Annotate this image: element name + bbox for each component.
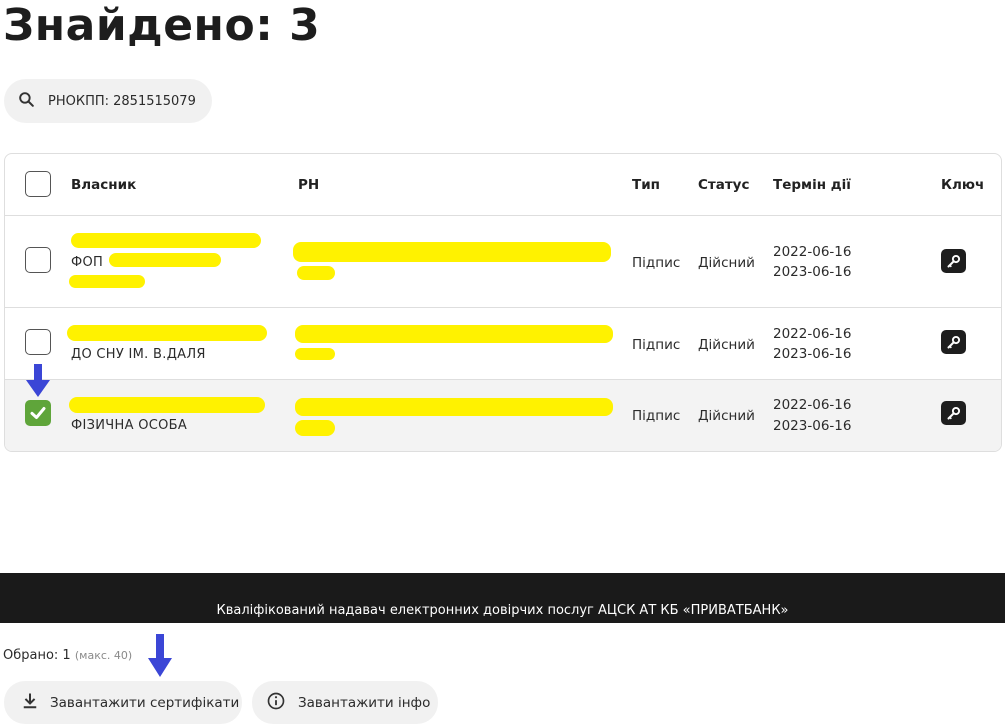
valid-from: 2022-06-16 <box>773 397 852 413</box>
key-icon[interactable] <box>941 249 966 273</box>
table-row[interactable]: ФОП Підпис Дійсний 2022-06-16 2023-06-16 <box>5 216 1001 308</box>
column-header-rn[interactable]: РН <box>298 177 319 193</box>
table-header-row: Власник РН Тип Статус Термін дії Ключ <box>5 154 1001 216</box>
redaction-highlight <box>69 397 265 413</box>
redaction-highlight <box>293 242 611 262</box>
owner-name: ДО СНУ ІМ. В.ДАЛЯ <box>71 347 206 362</box>
cert-type: Підпис <box>632 408 681 424</box>
row-checkbox[interactable] <box>25 247 51 273</box>
download-certificates-button[interactable]: Завантажити сертифікати <box>4 681 242 724</box>
valid-to: 2023-06-16 <box>773 346 852 362</box>
redaction-highlight <box>69 275 145 288</box>
key-icon[interactable] <box>941 401 966 425</box>
footer-bar: Кваліфікований надавач електронних довір… <box>0 573 1005 623</box>
search-icon <box>17 90 36 113</box>
cert-type: Підпис <box>632 337 681 353</box>
column-header-term[interactable]: Термін дії <box>773 177 851 193</box>
cert-status: Дійсний <box>698 337 755 353</box>
selected-count: Обрано: 1 (макс. 40) <box>3 648 132 663</box>
table-row[interactable]: ДО СНУ ІМ. В.ДАЛЯ Підпис Дійсний 2022-06… <box>5 308 1001 380</box>
key-icon[interactable] <box>941 330 966 354</box>
column-header-key: Ключ <box>941 177 985 193</box>
redaction-highlight <box>109 253 221 267</box>
certificates-table: Власник РН Тип Статус Термін дії Ключ ФО… <box>4 153 1002 452</box>
redaction-highlight <box>71 233 261 248</box>
valid-to: 2023-06-16 <box>773 418 852 434</box>
redaction-highlight <box>297 266 335 280</box>
column-header-status[interactable]: Статус <box>698 177 749 193</box>
table-row-selected[interactable]: ФІЗИЧНА ОСОБА Підпис Дійсний 2022-06-16 … <box>5 380 1001 451</box>
info-icon <box>266 691 286 715</box>
redaction-highlight <box>295 420 335 436</box>
redaction-highlight <box>67 325 267 341</box>
owner-name: ФОП <box>71 255 104 270</box>
row-checkbox-checked[interactable] <box>25 400 51 426</box>
check-icon <box>30 407 46 419</box>
redaction-highlight <box>295 398 613 416</box>
page-title: Знайдено: 3 <box>3 0 321 51</box>
column-header-owner[interactable]: Власник <box>71 177 136 193</box>
valid-from: 2022-06-16 <box>773 244 852 260</box>
footer-provider-text: Кваліфікований надавач електронних довір… <box>216 603 789 618</box>
cert-type: Підпис <box>632 255 681 271</box>
download-certificates-label: Завантажити сертифікати <box>50 694 240 711</box>
cert-status: Дійсний <box>698 408 755 424</box>
owner-name: ФІЗИЧНА ОСОБА <box>71 418 188 433</box>
search-filter-chip[interactable]: РНОКПП: 2851515079 <box>4 79 212 123</box>
download-icon <box>20 691 40 715</box>
cert-status: Дійсний <box>698 255 755 271</box>
column-header-type[interactable]: Тип <box>632 177 660 193</box>
annotation-arrow-down-icon <box>26 364 50 397</box>
valid-from: 2022-06-16 <box>773 326 852 342</box>
valid-to: 2023-06-16 <box>773 264 852 280</box>
search-filter-label: РНОКПП: 2851515079 <box>48 93 196 109</box>
selected-count-label: Обрано: 1 <box>3 648 71 663</box>
redaction-highlight <box>295 325 613 343</box>
row-checkbox[interactable] <box>25 329 51 355</box>
select-all-checkbox[interactable] <box>25 171 51 197</box>
redaction-highlight <box>295 348 335 360</box>
selected-count-max: (макс. 40) <box>74 649 133 662</box>
download-info-button[interactable]: Завантажити інфо <box>252 681 438 724</box>
annotation-arrow-down-icon <box>148 634 172 677</box>
download-info-label: Завантажити інфо <box>298 694 431 711</box>
